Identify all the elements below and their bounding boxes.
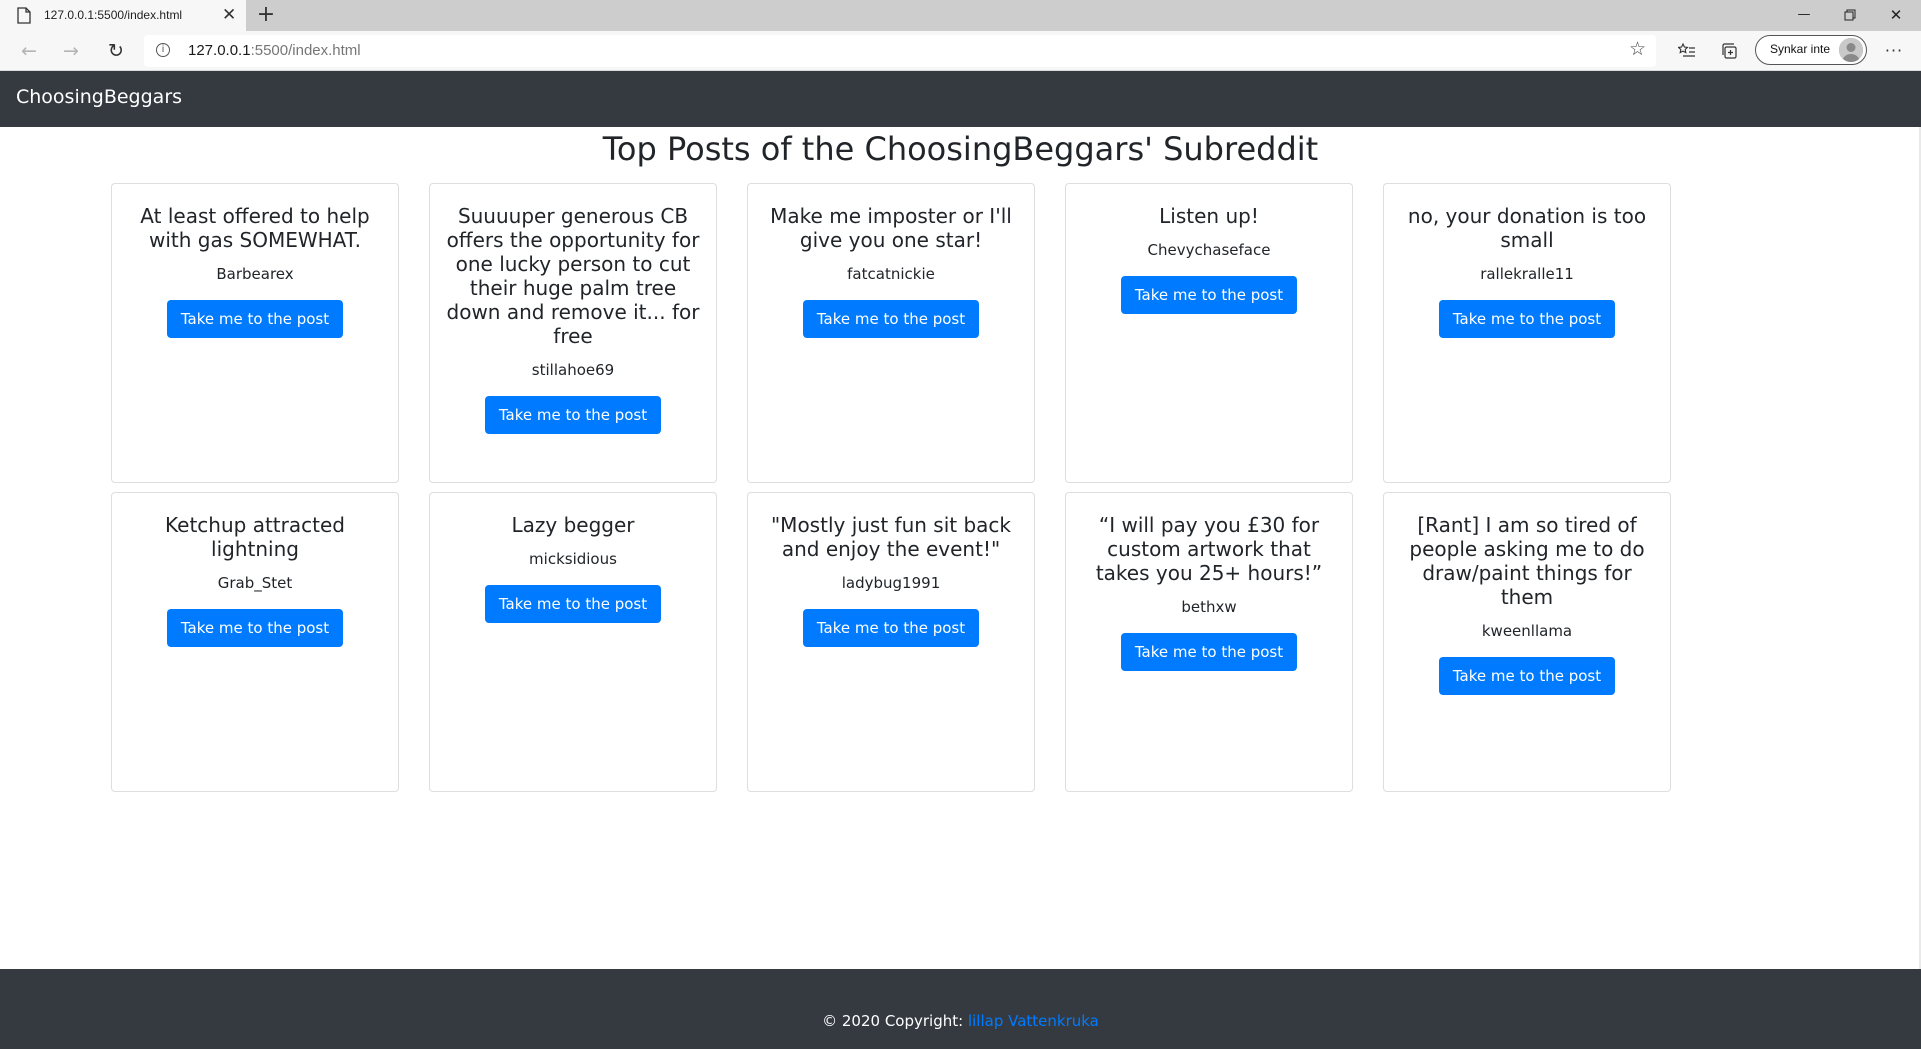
forward-arrow-icon[interactable]: → xyxy=(56,37,86,65)
sync-label: Synkar inte xyxy=(1770,42,1831,56)
post-title: [Rant] I am so tired of people asking me… xyxy=(1409,513,1645,609)
tab-title: 127.0.0.1:5500/index.html xyxy=(44,8,183,22)
close-window-icon[interactable]: ✕ xyxy=(1873,0,1919,31)
post-title: no, your donation is too small xyxy=(1407,204,1647,252)
post-card: Listen up! Chevychaseface Take me to the… xyxy=(1065,183,1353,483)
avatar-icon xyxy=(1839,38,1863,62)
copyright-link[interactable]: lillap Vattenkruka xyxy=(968,1012,1099,1030)
tab-strip: 127.0.0.1:5500/index.html ✕ + — ✕ xyxy=(0,0,1921,31)
restore-icon[interactable] xyxy=(1827,0,1873,31)
favorites-icon[interactable] xyxy=(1673,37,1701,65)
take-me-to-post-button[interactable]: Take me to the post xyxy=(484,585,662,623)
copyright-text: © 2020 Copyright: lillap Vattenkruka xyxy=(822,1012,1099,1030)
post-title: Lazy begger xyxy=(511,513,635,537)
close-tab-icon[interactable]: ✕ xyxy=(222,5,236,25)
post-author: Barbearex xyxy=(216,265,294,283)
post-title: At least offered to help with gas SOMEWH… xyxy=(140,204,370,252)
post-title: “I will pay you £30 for custom artwork t… xyxy=(1095,513,1323,585)
post-author: Grab_Stet xyxy=(217,574,293,592)
post-author: bethxw xyxy=(1181,598,1237,616)
page-title: Top Posts of the ChoosingBeggars' Subred… xyxy=(602,130,1319,168)
post-card: Lazy begger micksidious Take me to the p… xyxy=(429,492,717,792)
browser-toolbar: ← → ↻ i 127.0.0.1:5500/index.html ☆ Synk… xyxy=(0,31,1921,71)
post-author: stillahoe69 xyxy=(531,361,615,379)
take-me-to-post-button[interactable]: Take me to the post xyxy=(166,609,344,647)
address-bar[interactable]: i 127.0.0.1:5500/index.html ☆ xyxy=(144,35,1656,67)
collections-icon[interactable] xyxy=(1716,37,1744,65)
refresh-icon[interactable]: ↻ xyxy=(101,37,131,65)
post-title: Listen up! xyxy=(1159,204,1259,228)
site-footer: © 2020 Copyright: lillap Vattenkruka xyxy=(0,969,1921,1049)
take-me-to-post-button[interactable]: Take me to the post xyxy=(1120,633,1298,671)
post-title: Make me imposter or I'll give you one st… xyxy=(770,204,1012,252)
post-author: rallekralle11 xyxy=(1480,265,1574,283)
page-icon xyxy=(17,7,31,28)
back-arrow-icon[interactable]: ← xyxy=(14,37,44,65)
take-me-to-post-button[interactable]: Take me to the post xyxy=(1120,276,1298,314)
post-title: Suuuuper generous CB offers the opportun… xyxy=(446,204,700,348)
take-me-to-post-button[interactable]: Take me to the post xyxy=(166,300,344,338)
post-card: Make me imposter or I'll give you one st… xyxy=(747,183,1035,483)
take-me-to-post-button[interactable]: Take me to the post xyxy=(484,396,662,434)
browser-tab[interactable]: 127.0.0.1:5500/index.html ✕ xyxy=(0,0,246,31)
post-author: micksidious xyxy=(529,550,617,568)
take-me-to-post-button[interactable]: Take me to the post xyxy=(1438,657,1616,695)
post-author: ladybug1991 xyxy=(841,574,941,592)
navbar-brand[interactable]: ChoosingBeggars xyxy=(16,86,182,108)
info-icon[interactable]: i xyxy=(156,43,170,57)
new-tab-button[interactable]: + xyxy=(253,3,279,29)
more-options-icon[interactable]: ··· xyxy=(1880,37,1908,65)
take-me-to-post-button[interactable]: Take me to the post xyxy=(802,300,980,338)
minimize-icon[interactable]: — xyxy=(1781,0,1827,31)
favorite-star-icon[interactable]: ☆ xyxy=(1629,38,1646,60)
post-card: At least offered to help with gas SOMEWH… xyxy=(111,183,399,483)
post-author: fatcatnickie xyxy=(847,265,935,283)
post-card: [Rant] I am so tired of people asking me… xyxy=(1383,492,1671,792)
post-card: Suuuuper generous CB offers the opportun… xyxy=(429,183,717,483)
url-text[interactable]: 127.0.0.1:5500/index.html xyxy=(188,42,361,59)
take-me-to-post-button[interactable]: Take me to the post xyxy=(1438,300,1616,338)
sync-profile-button[interactable]: Synkar inte xyxy=(1755,35,1867,65)
site-navbar: ChoosingBeggars xyxy=(0,71,1921,127)
post-card: Ketchup attracted lightning Grab_Stet Ta… xyxy=(111,492,399,792)
take-me-to-post-button[interactable]: Take me to the post xyxy=(802,609,980,647)
post-author: kweenllama xyxy=(1481,622,1573,640)
post-author: Chevychaseface xyxy=(1147,241,1271,259)
post-card: "Mostly just fun sit back and enjoy the … xyxy=(747,492,1035,792)
post-card: “I will pay you £30 for custom artwork t… xyxy=(1065,492,1353,792)
post-card: no, your donation is too small rallekral… xyxy=(1383,183,1671,483)
post-title: Ketchup attracted lightning xyxy=(165,513,345,561)
post-title: "Mostly just fun sit back and enjoy the … xyxy=(770,513,1011,561)
